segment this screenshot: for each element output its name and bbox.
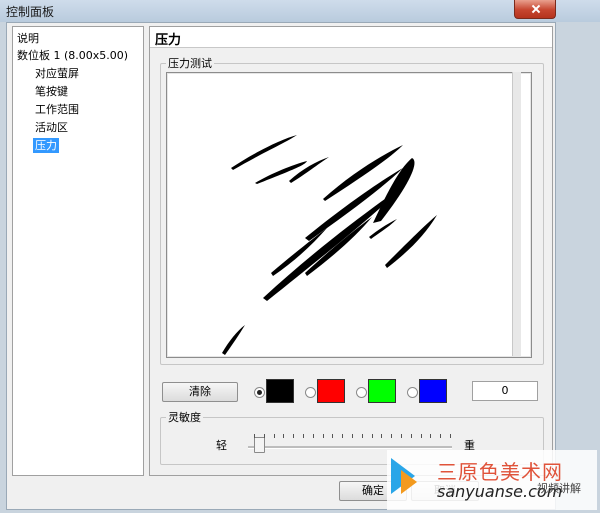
slider-tick xyxy=(430,434,432,438)
pressure-value-field: 0 xyxy=(472,381,538,401)
slider-tick xyxy=(410,434,412,438)
close-button[interactable] xyxy=(514,0,556,19)
color-swatch-red[interactable] xyxy=(317,379,345,403)
tree-item-screen-mapping[interactable]: 对应萤屏 xyxy=(35,66,79,81)
tree-item-description[interactable]: 说明 xyxy=(17,31,39,46)
tree-item-work-area[interactable]: 工作范围 xyxy=(35,102,79,117)
window-title: 控制面板 xyxy=(6,5,55,19)
thin-stroke xyxy=(231,135,297,170)
slider-tick xyxy=(352,434,353,438)
pressure-panel: 压力 压力测试 清除 0 灵敏度 轻 重 xyxy=(149,26,553,476)
slider-tick xyxy=(391,434,393,438)
color-radio-blue[interactable] xyxy=(407,387,418,398)
slider-tick xyxy=(293,434,295,438)
pressure-test-label: 压力测试 xyxy=(166,57,214,70)
slider-tick xyxy=(322,434,324,438)
ink-stroke xyxy=(305,217,372,276)
slider-tick xyxy=(312,434,314,438)
watermark-note: 视频讲解 xyxy=(537,482,581,495)
tree-item-active-area[interactable]: 活动区 xyxy=(35,120,68,135)
slider-tick xyxy=(440,434,442,438)
thin-stroke xyxy=(255,161,307,184)
ink-stroke xyxy=(222,325,245,355)
settings-tree: 说明 数位板 1 (8.00x5.00) 对应萤屏 笔按键 工作范围 活动区 压… xyxy=(12,26,144,476)
sensitivity-slider-track[interactable] xyxy=(248,446,452,449)
dialog-client: 说明 数位板 1 (8.00x5.00) 对应萤屏 笔按键 工作范围 活动区 压… xyxy=(6,22,556,510)
slider-tick xyxy=(361,434,363,438)
tree-item-pressure[interactable]: 压力 xyxy=(33,138,59,153)
color-swatch-black[interactable] xyxy=(266,379,294,403)
pressure-test-canvas[interactable] xyxy=(166,72,532,358)
watermark: 三原色美术网 sanyuanse.com 视频讲解 xyxy=(387,450,597,510)
color-swatch-blue[interactable] xyxy=(419,379,447,403)
sensitivity-label: 灵敏度 xyxy=(166,411,203,424)
slider-tick xyxy=(381,434,383,438)
slider-tick xyxy=(332,434,334,438)
color-radio-black[interactable] xyxy=(254,387,265,398)
ink-blob-stroke xyxy=(373,158,415,223)
color-radio-green[interactable] xyxy=(356,387,367,398)
slider-tick xyxy=(401,434,402,438)
slider-tick xyxy=(303,434,304,438)
ink-stroke xyxy=(385,215,437,268)
clear-button[interactable]: 清除 xyxy=(162,382,238,402)
watermark-logo-icon xyxy=(401,470,417,494)
slider-tick xyxy=(283,434,285,438)
panel-header: 压力 xyxy=(150,27,552,48)
panel-title: 压力 xyxy=(155,33,182,48)
canvas-scrollbar[interactable] xyxy=(512,72,521,356)
ink-stroke xyxy=(369,219,397,239)
slider-tick xyxy=(254,434,255,438)
tree-item-tablet[interactable]: 数位板 1 (8.00x5.00) xyxy=(17,48,128,63)
tree-item-pen-buttons[interactable]: 笔按键 xyxy=(35,84,68,99)
title-bar: 控制面板 xyxy=(0,0,600,22)
sensitivity-min-label: 轻 xyxy=(216,439,227,452)
slider-tick xyxy=(342,434,344,438)
pen-strokes xyxy=(222,135,437,355)
slider-tick xyxy=(273,434,275,438)
thin-stroke xyxy=(289,157,329,183)
sensitivity-slider-thumb[interactable] xyxy=(253,437,265,453)
slider-tick xyxy=(450,434,451,438)
slider-tick xyxy=(263,434,265,438)
slider-tick xyxy=(420,434,422,438)
color-radio-red[interactable] xyxy=(305,387,316,398)
slider-tick xyxy=(371,434,373,438)
color-swatch-green[interactable] xyxy=(368,379,396,403)
